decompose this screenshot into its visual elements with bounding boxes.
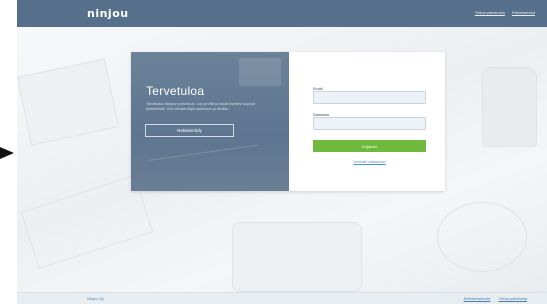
brand-logo-mark: i — [121, 10, 123, 16]
bg-books — [17, 58, 120, 146]
bg-tablet — [232, 222, 362, 292]
top-navigation-bar: ninjou i Tietoa palvelusta Palveluehdot — [17, 0, 547, 27]
link-about-service[interactable]: Tietoa palvelusta — [475, 10, 505, 15]
password-field[interactable] — [313, 117, 426, 130]
welcome-description: Tervetuloa Ninjoun palveluun. Luo profii… — [146, 102, 255, 111]
forgot-password-link[interactable]: Unohdin salasanan — [313, 160, 426, 164]
bg-cup — [437, 202, 527, 272]
welcome-panel: Tervetuloa Tervetuloa Ninjoun palveluun.… — [131, 52, 289, 191]
register-button[interactable]: Rekisteröidy — [145, 124, 234, 137]
welcome-deco — [239, 58, 281, 86]
welcome-deco-line — [149, 144, 263, 190]
brand-logo[interactable]: ninjou — [87, 7, 129, 20]
login-button[interactable]: Kirjaudu — [313, 140, 426, 152]
bg-coffee-pot — [482, 67, 537, 147]
email-field[interactable] — [313, 91, 426, 104]
login-card: Tervetuloa Tervetuloa Ninjoun palveluun.… — [131, 52, 445, 191]
footer-link-privacy[interactable]: Rekisteriseloste — [464, 297, 491, 301]
footer-company[interactable]: Ninjou Oy — [87, 297, 104, 301]
footer-links: Rekisteriseloste Tietoa palvelusta — [464, 297, 527, 301]
top-links: Tietoa palvelusta Palveluehdot — [475, 10, 535, 15]
footer: Ninjou Oy Rekisteriseloste Tietoa palvel… — [17, 292, 547, 304]
pointer-arrow-icon — [0, 147, 14, 159]
login-form: Email Salasana Kirjaudu Unohdin salasana… — [289, 52, 445, 191]
welcome-title: Tervetuloa — [146, 84, 205, 98]
link-terms[interactable]: Palveluehdot — [512, 10, 535, 15]
footer-link-about[interactable]: Tietoa palvelusta — [498, 297, 527, 301]
